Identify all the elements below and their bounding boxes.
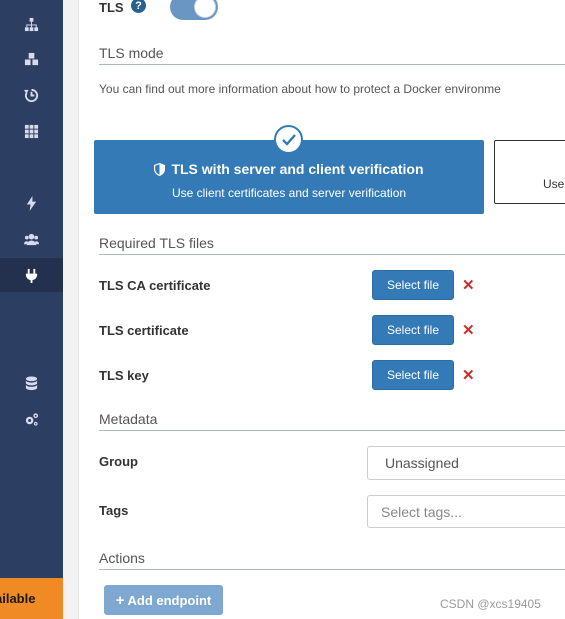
bolt-icon[interactable] [0,186,63,220]
tls-cert-label: TLS certificate [99,323,189,338]
group-select[interactable]: Unassigned [367,446,565,480]
tls-mode-option-title: TLS with server and client verification [94,161,484,179]
content-gutter [63,0,79,619]
endpoint-form: TLS ? TLS mode You can find out more inf… [79,0,565,619]
metadata-section-title: Metadata [99,411,158,427]
remove-key-icon[interactable]: ✕ [462,366,475,384]
plug-icon[interactable] [0,258,63,292]
section-divider [99,64,565,65]
tags-label: Tags [99,503,129,518]
users-icon[interactable] [0,222,63,256]
tls-mode-option-other[interactable]: Use [494,140,565,204]
cogs-icon[interactable] [0,402,63,436]
question-circle-icon[interactable]: ? [131,0,146,13]
group-label: Group [99,454,138,469]
sidebar: ailable [0,0,63,619]
actions-section-title: Actions [99,550,145,566]
sitemap-icon[interactable] [0,7,63,41]
plus-icon: + [115,591,125,609]
tls-label: TLS [99,0,124,15]
select-cert-button[interactable]: Select file [372,315,454,345]
remove-cert-icon[interactable]: ✕ [462,321,475,339]
add-endpoint-button[interactable]: + Add endpoint [104,585,223,615]
select-key-button[interactable]: Select file [372,360,454,390]
tls-mode-option-other-subtitle: Use [543,177,565,191]
remove-ca-cert-icon[interactable]: ✕ [462,276,475,294]
select-ca-cert-button[interactable]: Select file [372,270,454,300]
required-files-section-title: Required TLS files [99,235,214,251]
database-icon[interactable] [0,366,63,400]
shield-icon [154,163,166,179]
tls-toggle[interactable] [170,0,218,20]
history-icon[interactable] [0,78,63,112]
tls-info-text: You can find out more information about … [99,82,501,96]
watermark: CSDN @xcs19405 [440,597,541,611]
toggle-knob [194,0,216,18]
section-divider [99,430,565,431]
th-icon[interactable] [0,114,63,148]
check-icon [274,125,303,154]
tls-key-label: TLS key [99,368,149,383]
tls-ca-cert-label: TLS CA certificate [99,278,211,293]
section-divider [99,569,565,570]
cubes-icon[interactable] [0,42,63,76]
update-available-banner[interactable]: ailable [0,578,63,619]
section-divider [99,254,565,255]
tags-input[interactable]: Select tags... [367,495,565,528]
tls-mode-option-subtitle: Use client certificates and server verif… [171,186,407,200]
tls-mode-section-title: TLS mode [99,45,164,61]
